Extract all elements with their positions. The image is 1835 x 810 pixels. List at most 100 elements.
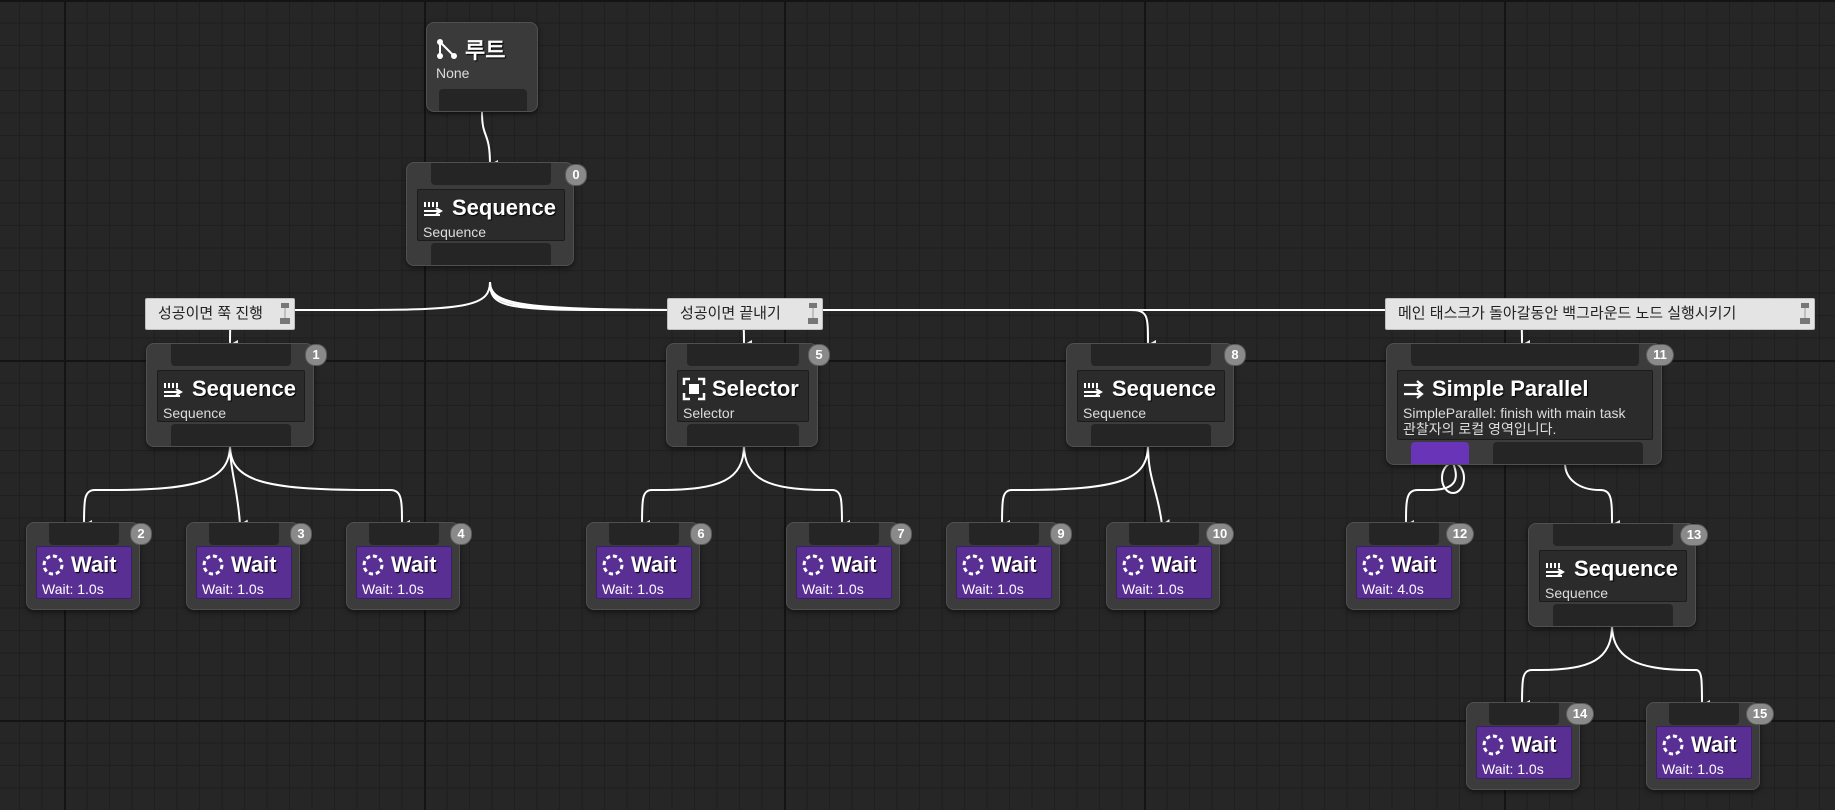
input-pin[interactable]	[1553, 524, 1673, 546]
wire-13-to-14	[1521, 624, 1613, 711]
output-pin[interactable]	[687, 424, 799, 446]
task-card: Wait Wait: 4.0s	[1356, 546, 1452, 599]
comment-selector[interactable]: 성공이면 끝내기	[667, 298, 823, 330]
output-pin[interactable]	[171, 424, 291, 446]
output-pin[interactable]	[1091, 424, 1211, 446]
execution-index-badge: 10	[1206, 523, 1234, 545]
wait-spinner-icon	[202, 554, 224, 576]
node-card: Simple Parallel SimpleParallel: finish w…	[1397, 370, 1653, 440]
input-pin[interactable]	[609, 523, 679, 545]
node-subtitle: Wait: 1.0s	[1122, 581, 1184, 597]
comment-parallel[interactable]: 메인 태스크가 돌아갈동안 백그라운드 노드 실행시키기	[1385, 298, 1815, 330]
node-title: Sequence	[192, 376, 296, 401]
node-title: Wait	[831, 552, 877, 577]
wait-task-node-15[interactable]: Wait Wait: 1.0s	[1646, 702, 1760, 790]
input-pin[interactable]	[687, 344, 799, 366]
execution-index-badge: 2	[130, 523, 152, 545]
wait-task-node-4[interactable]: Wait Wait: 1.0s	[346, 522, 460, 610]
node-title: Selector	[712, 376, 799, 401]
node-title: Wait	[991, 552, 1037, 577]
wait-spinner-icon	[1662, 734, 1684, 756]
selector-icon	[682, 377, 706, 401]
task-card: Wait Wait: 1.0s	[956, 546, 1052, 599]
execution-index-badge: 11	[1646, 344, 1674, 366]
wait-task-node-10[interactable]: Wait Wait: 1.0s	[1106, 522, 1220, 610]
node-title: Wait	[631, 552, 677, 577]
root-node[interactable]: 루트 None	[426, 22, 538, 112]
wait-task-node-2[interactable]: Wait Wait: 1.0s	[26, 522, 140, 610]
composite-node-8[interactable]: Sequence Sequence	[1066, 343, 1234, 447]
node-description: 관찰자의 로컬 영역입니다.	[1403, 421, 1557, 437]
main-task-pin-loop	[1441, 462, 1465, 494]
input-pin[interactable]	[209, 523, 279, 545]
composite-node-1[interactable]: Sequence Sequence	[146, 343, 314, 447]
composite-node-5[interactable]: Selector Selector	[666, 343, 818, 447]
output-pin[interactable]	[1553, 604, 1673, 626]
node-subtitle: Wait: 1.0s	[802, 581, 864, 597]
composite-node-11[interactable]: Simple Parallel SimpleParallel: finish w…	[1386, 343, 1662, 465]
wire-root-to-0	[481, 111, 499, 170]
background-task-pin[interactable]	[1493, 442, 1643, 464]
node-subtitle: None	[436, 65, 470, 81]
input-pin[interactable]	[1369, 523, 1439, 545]
wire-0-to-11	[489, 281, 1531, 350]
composite-node-13[interactable]: Sequence Sequence	[1528, 523, 1696, 627]
node-subtitle: Wait: 4.0s	[1362, 581, 1424, 597]
input-pin[interactable]	[1489, 703, 1559, 725]
wait-task-node-3[interactable]: Wait Wait: 1.0s	[186, 522, 300, 610]
wait-task-node-9[interactable]: Wait Wait: 1.0s	[946, 522, 1060, 610]
node-subtitle: Selector	[683, 405, 735, 421]
wait-task-node-14[interactable]: Wait Wait: 1.0s	[1466, 702, 1580, 790]
node-subtitle: Wait: 1.0s	[202, 581, 264, 597]
execution-index-badge: 15	[1746, 703, 1774, 725]
input-pin[interactable]	[1411, 344, 1639, 366]
input-pin[interactable]	[1129, 523, 1199, 545]
comment-sequence[interactable]: 성공이면 쭉 진행	[145, 298, 295, 330]
input-pin[interactable]	[171, 344, 291, 366]
wire-8-to-10	[1147, 444, 1171, 530]
input-pin[interactable]	[431, 163, 551, 185]
wait-task-node-6[interactable]: Wait Wait: 1.0s	[586, 522, 700, 610]
node-subtitle: Sequence	[163, 405, 227, 421]
input-pin[interactable]	[1669, 703, 1739, 725]
root-card: 루트 None	[431, 31, 534, 87]
wire-1-to-4	[229, 444, 411, 530]
main-task-pin[interactable]	[1411, 442, 1469, 464]
output-pin[interactable]	[439, 89, 527, 111]
input-pin[interactable]	[369, 523, 439, 545]
node-subtitle: Wait: 1.0s	[602, 581, 664, 597]
sequence-arrows-icon	[164, 383, 183, 397]
sequence-arrows-icon	[424, 202, 443, 216]
task-card: Wait Wait: 1.0s	[1476, 726, 1572, 779]
node-subtitle: Wait: 1.0s	[962, 581, 1024, 597]
node-subtitle: Sequence	[423, 224, 487, 240]
wait-spinner-icon	[602, 554, 624, 576]
wait-spinner-icon	[1362, 554, 1384, 576]
wait-task-node-12[interactable]: Wait Wait: 4.0s	[1346, 522, 1460, 610]
node-subtitle: Sequence	[1083, 405, 1147, 421]
input-pin[interactable]	[969, 523, 1039, 545]
input-pin[interactable]	[49, 523, 119, 545]
composite-node-0[interactable]: Sequence Sequence	[406, 162, 574, 266]
wait-task-node-7[interactable]: Wait Wait: 1.0s	[786, 522, 900, 610]
input-pin[interactable]	[1091, 344, 1211, 366]
execution-index-badge: 5	[808, 344, 830, 366]
execution-index-badge: 8	[1224, 344, 1246, 366]
node-title: 루트	[465, 38, 506, 63]
wait-spinner-icon	[802, 554, 824, 576]
node-title: Wait	[1391, 552, 1437, 577]
execution-index-badge: 12	[1446, 523, 1474, 545]
task-card: Wait Wait: 1.0s	[356, 546, 452, 599]
comment-note-icon	[1800, 303, 1810, 324]
wire-11-to-13	[1564, 462, 1621, 530]
sequence-arrows-icon	[1084, 383, 1103, 397]
wait-spinner-icon	[1122, 554, 1144, 576]
wait-spinner-icon	[1482, 734, 1504, 756]
node-title: Sequence	[1112, 376, 1216, 401]
input-pin[interactable]	[809, 523, 879, 545]
execution-index-badge: 13	[1680, 524, 1708, 546]
node-card: Sequence Sequence	[1539, 550, 1687, 602]
node-title: Simple Parallel	[1432, 376, 1589, 401]
node-subtitle: Wait: 1.0s	[42, 581, 104, 597]
output-pin[interactable]	[431, 243, 551, 265]
